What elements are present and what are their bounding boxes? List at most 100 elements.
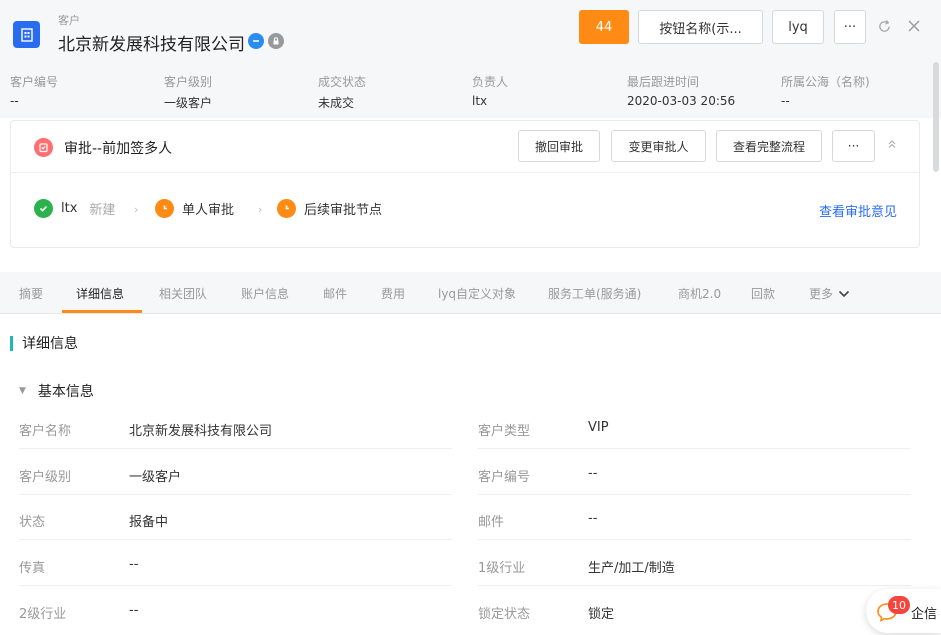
clock-icon: [155, 199, 174, 218]
flow-step-status: 新建: [89, 203, 116, 218]
field-label: 客户名称: [19, 424, 72, 439]
chat-bubble-icon[interactable]: [248, 33, 264, 49]
refresh-icon[interactable]: [876, 18, 892, 34]
tab-opportunity[interactable]: 商机2.0: [678, 285, 721, 302]
building-icon: [13, 21, 40, 48]
info-value: --: [781, 94, 790, 108]
field-value: 一级客户: [129, 470, 182, 485]
info-label: 所属公海（名称): [781, 75, 870, 89]
view-full-flow-button[interactable]: 查看完整流程: [716, 130, 822, 162]
approval-card: 审批--前加签多人 撤回审批 变更审批人 查看完整流程 ··· ltx 新建 ›…: [10, 120, 920, 248]
field-label: 传真: [19, 561, 46, 576]
field-label: 客户编号: [478, 470, 531, 485]
field-label: 邮件: [478, 515, 505, 530]
flow-step: 后续审批节点: [277, 199, 382, 218]
field-customer-name: 客户名称 北京新发展科技有限公司: [19, 409, 452, 449]
chevron-right-icon: ›: [258, 203, 263, 216]
info-value: ltx: [472, 94, 488, 108]
tab-account[interactable]: 账户信息: [241, 285, 289, 302]
withdraw-approval-button[interactable]: 撤回审批: [518, 130, 600, 162]
unread-count-badge: 10: [888, 596, 910, 614]
field-label: 1级行业: [478, 561, 526, 576]
check-icon: [34, 199, 53, 218]
title-badges: [248, 33, 284, 49]
chevron-right-icon: ›: [134, 203, 139, 216]
caret-down-icon: ▼: [19, 386, 26, 396]
info-deal-status: 成交状态 未成交: [318, 73, 366, 111]
info-label: 成交状态: [318, 75, 367, 89]
approval-more-button[interactable]: ···: [832, 130, 875, 162]
view-approval-opinion-link[interactable]: 查看审批意见: [819, 201, 897, 220]
field-label: 锁定状态: [478, 607, 531, 622]
tab-details[interactable]: 详细信息: [76, 285, 124, 302]
approval-header: 审批--前加签多人 撤回审批 变更审批人 查看完整流程 ···: [11, 121, 919, 173]
flow-step-name: ltx: [61, 201, 78, 216]
field-value: VIP: [588, 420, 609, 435]
flow-step-name: 后续审批节点: [304, 203, 383, 218]
tab-service-ticket[interactable]: 服务工单(服务通): [548, 285, 641, 302]
field-value: --: [588, 511, 598, 526]
tab-more[interactable]: 更多: [809, 285, 850, 302]
key-info-row: 客户编号 -- 客户级别 一级客户 成交状态 未成交 负责人 ltx 最后跟进时…: [0, 62, 941, 118]
field-label: 状态: [19, 515, 46, 530]
section-title: 详细信息: [10, 333, 78, 353]
info-label: 最后跟进时间: [627, 75, 700, 89]
chat-label: 企信: [911, 607, 938, 622]
record-header: 客户 北京新发展科技有限公司 44 按钮名称(示... lyq ···: [0, 0, 941, 62]
record-title: 北京新发展科技有限公司: [58, 35, 245, 55]
info-value: 2020-03-03 20:56: [627, 94, 736, 108]
field-label: 客户级别: [19, 470, 72, 485]
close-icon[interactable]: [906, 18, 922, 34]
section-accent-bar: [10, 335, 13, 351]
field-value: --: [129, 557, 139, 572]
field-customer-number: 客户编号 --: [478, 455, 911, 495]
more-actions-button[interactable]: ···: [834, 10, 866, 44]
change-approver-button[interactable]: 变更审批人: [611, 130, 706, 162]
field-industry-level1: 1级行业 生产/加工/制造: [478, 546, 911, 586]
info-value: 一级客户: [164, 96, 213, 110]
tab-more-label: 更多: [809, 287, 834, 301]
chevron-down-icon: [838, 290, 850, 297]
user-button[interactable]: lyq: [772, 10, 824, 44]
info-owner: 负责人 ltx: [472, 73, 508, 108]
active-tab-indicator: [62, 310, 142, 313]
clock-icon: [277, 199, 296, 218]
count-button[interactable]: 44: [579, 10, 629, 44]
tab-email[interactable]: 邮件: [323, 285, 347, 302]
field-value: 生产/加工/制造: [588, 561, 675, 576]
field-value: 北京新发展科技有限公司: [129, 424, 273, 439]
field-customer-type: 客户类型 VIP: [478, 409, 911, 449]
field-value: --: [129, 603, 139, 618]
field-industry-level2: 2级行业 --: [19, 592, 452, 632]
info-public-sea: 所属公海（名称) --: [781, 73, 870, 108]
info-customer-number: 客户编号 --: [10, 73, 58, 108]
info-label: 负责人: [472, 75, 509, 89]
info-last-followup: 最后跟进时间 2020-03-03 20:56: [627, 73, 735, 108]
section-title-text: 详细信息: [22, 336, 78, 352]
info-customer-level: 客户级别 一级客户: [164, 73, 212, 111]
lock-icon: [268, 33, 284, 49]
tab-summary[interactable]: 摘要: [19, 285, 43, 302]
field-value: 报备中: [129, 515, 169, 530]
field-label: 2级行业: [19, 607, 67, 622]
approval-title: 审批--前加签多人: [64, 141, 173, 157]
tab-expenses[interactable]: 费用: [381, 285, 405, 302]
flow-step: ltx 新建: [34, 199, 115, 218]
info-label: 客户编号: [10, 75, 59, 89]
basic-info-group[interactable]: ▼ 基本信息: [19, 381, 94, 401]
info-value: 未成交: [318, 96, 355, 110]
tab-custom-object[interactable]: lyq自定义对象: [438, 285, 516, 302]
field-status: 状态 报备中: [19, 500, 452, 540]
scrollbar[interactable]: [933, 62, 939, 172]
collapse-icon[interactable]: [887, 139, 897, 152]
field-label: 客户类型: [478, 424, 531, 439]
flow-step: 单人审批: [155, 199, 234, 218]
enterprise-chat-widget[interactable]: 10 企信: [866, 589, 941, 633]
field-value: --: [588, 466, 598, 481]
tab-team[interactable]: 相关团队: [159, 285, 207, 302]
field-value: 锁定: [588, 607, 615, 622]
tab-payment[interactable]: 回款: [751, 285, 775, 302]
custom-action-button[interactable]: 按钮名称(示...: [638, 10, 763, 44]
flow-step-name: 单人审批: [182, 203, 235, 218]
info-label: 客户级别: [164, 75, 213, 89]
